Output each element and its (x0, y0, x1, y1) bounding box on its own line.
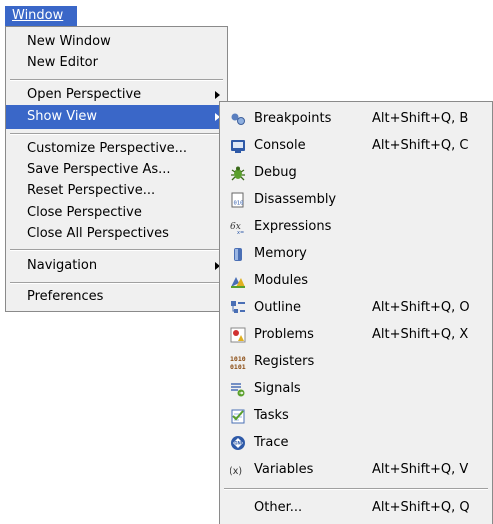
menu-separator (224, 488, 488, 490)
signals-icon (231, 383, 245, 397)
variables-icon: (x) (230, 466, 242, 477)
modules-icon (231, 277, 245, 288)
expressions-icon: 6xx= (230, 222, 244, 235)
menu-item-show-view[interactable]: Show View (6, 105, 227, 129)
menu-item-close-all-perspectives[interactable]: Close All Perspectives (6, 222, 227, 246)
view-item-variables[interactable]: (x) Variables Alt+Shift+Q, V (220, 457, 492, 483)
breakpoints-icon (231, 113, 245, 125)
svg-text:(x): (x) (230, 466, 242, 477)
trace-icon: GNU (231, 436, 245, 450)
problems-icon (230, 327, 246, 343)
svg-text:GNU: GNU (234, 441, 244, 446)
view-item-outline[interactable]: Outline Alt+Shift+Q, O (220, 295, 492, 321)
registers-icon: 10100101 (230, 355, 246, 370)
view-item-breakpoints[interactable]: Breakpoints Alt+Shift+Q, B (220, 106, 492, 132)
view-item-signals[interactable]: Signals (220, 376, 492, 402)
menu-separator (10, 79, 223, 81)
tasks-icon (231, 409, 245, 424)
outline-icon (231, 301, 245, 313)
view-item-modules[interactable]: Modules (220, 268, 492, 294)
view-item-tasks[interactable]: Tasks (220, 403, 492, 429)
svg-text:0101: 0101 (230, 363, 246, 370)
view-item-debug[interactable]: Debug (220, 160, 492, 186)
svg-text:x=: x= (237, 230, 244, 235)
debug-icon (231, 166, 245, 181)
menu-item-preferences[interactable]: Preferences (6, 285, 227, 309)
view-item-trace[interactable]: GNU Trace (220, 430, 492, 456)
svg-text:010: 010 (234, 201, 244, 207)
show-view-submenu: Breakpoints Alt+Shift+Q, B Console Alt+S… (219, 101, 493, 524)
svg-text:1010: 1010 (230, 355, 246, 363)
console-icon (231, 140, 245, 153)
view-item-registers[interactable]: 1010 0101 Registers (220, 349, 492, 375)
disassembly-icon: 010 (231, 192, 244, 208)
submenu-arrow-icon (215, 91, 220, 99)
view-item-console[interactable]: Console Alt+Shift+Q, C (220, 133, 492, 159)
menu-item-reset-perspective[interactable]: Reset Perspective... (6, 179, 227, 203)
menu-item-open-perspective[interactable]: Open Perspective (6, 83, 227, 107)
menubar-window-label: Window (12, 8, 64, 23)
memory-icon (234, 248, 242, 261)
menu-separator (10, 282, 223, 284)
menu-separator (10, 133, 223, 135)
view-item-expressions[interactable]: 6x x= Expressions (220, 214, 492, 240)
menu-item-navigation[interactable]: Navigation (6, 254, 227, 278)
view-item-problems[interactable]: Problems Alt+Shift+Q, X (220, 322, 492, 348)
view-item-other[interactable]: Other... Alt+Shift+Q, Q (220, 495, 492, 521)
menu-item-new-editor[interactable]: New Editor (6, 51, 227, 75)
menu-separator (10, 249, 223, 251)
menubar-window[interactable]: Window (5, 6, 77, 27)
view-item-memory[interactable]: Memory (220, 241, 492, 267)
view-item-disassembly[interactable]: 010 Disassembly (220, 187, 492, 213)
window-menu: New Window New Editor Open Perspective S… (5, 26, 228, 312)
